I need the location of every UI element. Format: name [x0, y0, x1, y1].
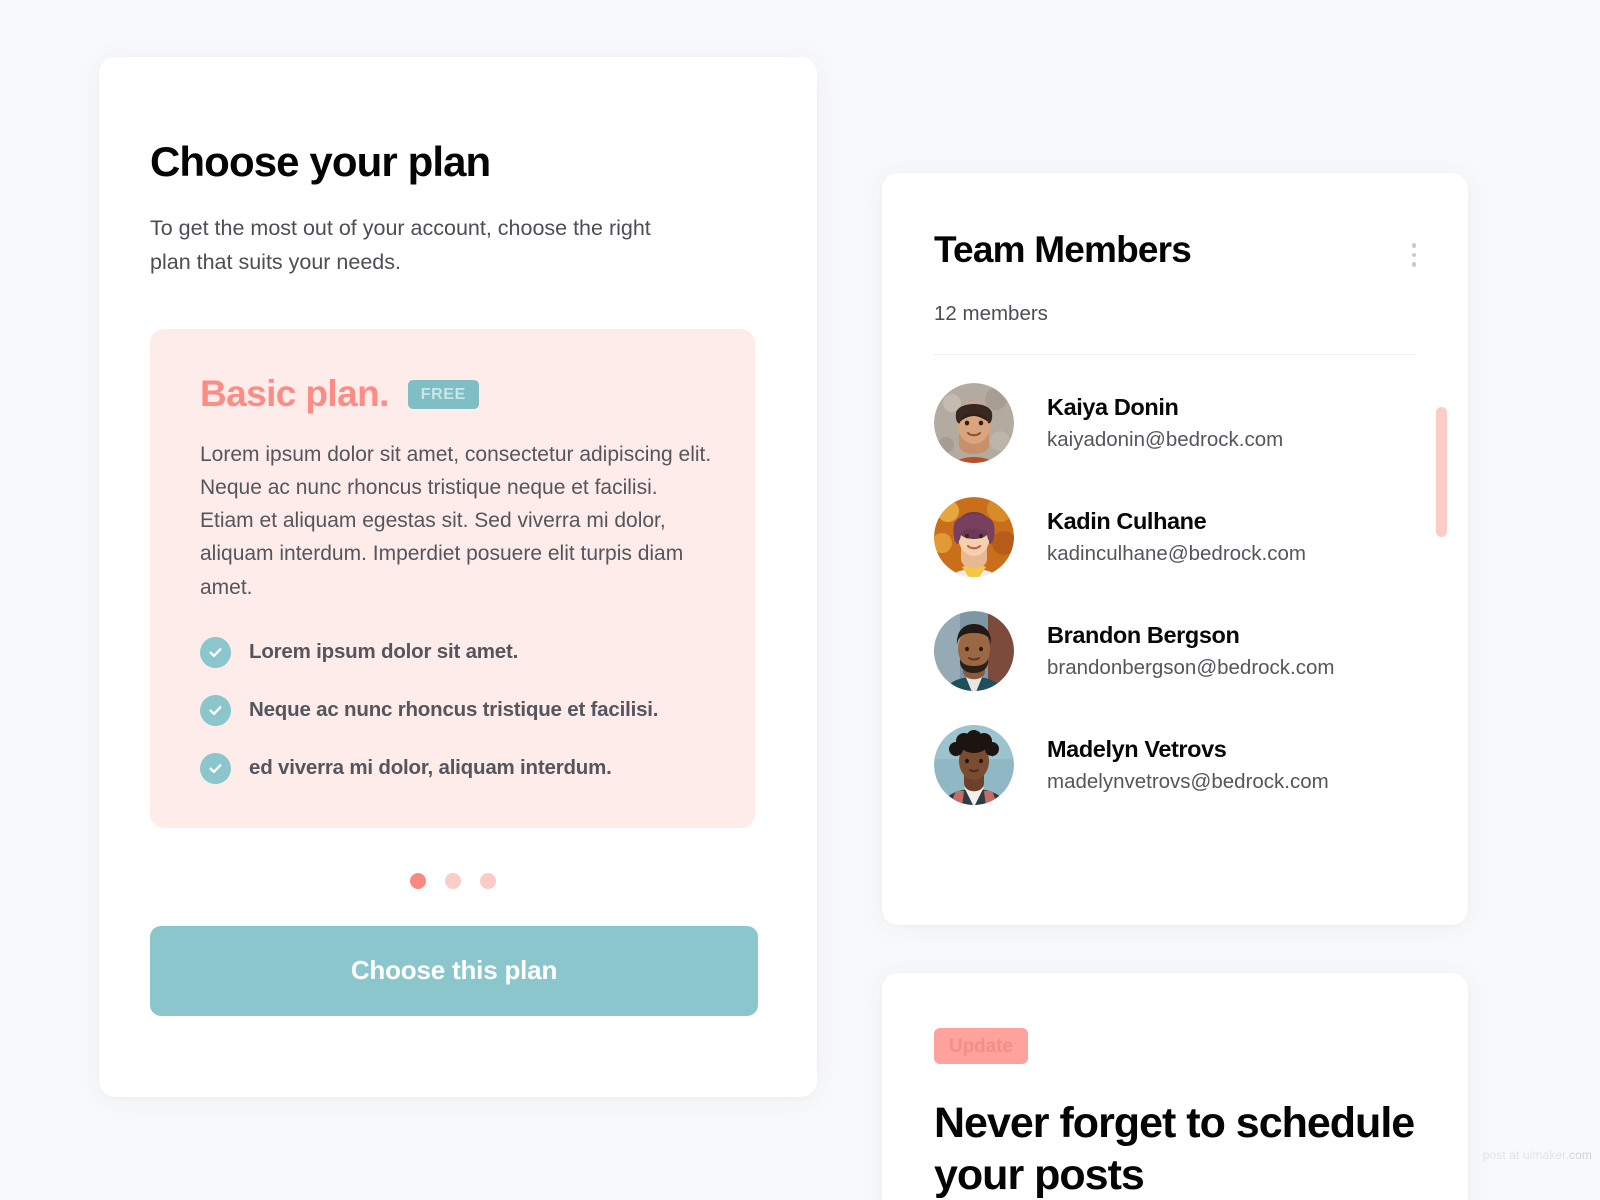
list-item[interactable]: Brandon Bergson brandonbergson@bedrock.c… — [934, 610, 1416, 691]
team-member-list: Kaiya Donin kaiyadonin@bedrock.com Kadin… — [882, 382, 1468, 805]
member-name: Madelyn Vetrovs — [1047, 735, 1227, 762]
basic-plan-panel: Basic plan. FREE Lorem ipsum dolor sit a… — [150, 328, 755, 828]
carousel-dot-1[interactable] — [409, 872, 426, 889]
carousel-dot-3[interactable] — [479, 872, 496, 889]
member-email: madelynvetrovs@bedrock.com — [1047, 769, 1329, 793]
page-title: Choose your plan — [150, 138, 491, 185]
avatar — [934, 496, 1014, 577]
carousel-pagination — [150, 872, 755, 889]
member-name: Brandon Bergson — [1047, 621, 1240, 648]
list-item: Lorem ipsum dolor sit amet. — [200, 636, 715, 668]
check-circle-icon — [200, 694, 231, 726]
check-circle-icon — [200, 636, 231, 668]
member-text: Brandon Bergson brandonbergson@bedrock.c… — [1047, 622, 1334, 680]
avatar — [934, 610, 1014, 691]
feature-label: Neque ac nunc rhoncus tristique et facil… — [249, 698, 659, 722]
watermark: post at uimaker.com — [1483, 1148, 1592, 1162]
team-members-title: Team Members — [934, 229, 1192, 270]
member-text: Madelyn Vetrovs madelynvetrovs@bedrock.c… — [1047, 736, 1329, 794]
vertical-dots-icon[interactable] — [1406, 235, 1423, 275]
member-name: Kaiya Donin — [1047, 393, 1179, 420]
update-card-title: Never forget to schedule your posts — [934, 1099, 1415, 1200]
member-text: Kaiya Donin kaiyadonin@bedrock.com — [1047, 394, 1283, 452]
list-item[interactable]: Kadin Culhane kadinculhane@bedrock.com — [934, 496, 1416, 577]
plan-description: Lorem ipsum dolor sit amet, consectetur … — [200, 442, 712, 599]
member-text: Kadin Culhane kadinculhane@bedrock.com — [1047, 508, 1306, 566]
status-badge: Update — [934, 1028, 1028, 1064]
member-list-scrollbar-thumb[interactable] — [1436, 407, 1447, 537]
member-email: kadinculhane@bedrock.com — [1047, 541, 1306, 565]
list-item[interactable]: Kaiya Donin kaiyadonin@bedrock.com — [934, 382, 1416, 463]
member-email: kaiyadonin@bedrock.com — [1047, 427, 1284, 451]
plan-feature-list: Lorem ipsum dolor sit amet. Neque ac nun… — [200, 636, 715, 784]
watermark-prefix: post at uimaker — [1482, 1148, 1566, 1162]
feature-label: ed viverra mi dolor, aliquam interdum. — [249, 756, 612, 780]
list-item: Neque ac nunc rhoncus tristique et facil… — [200, 694, 715, 726]
list-item[interactable]: Madelyn Vetrovs madelynvetrovs@bedrock.c… — [934, 724, 1416, 805]
team-card-header: Team Members — [882, 231, 1468, 275]
check-circle-icon — [200, 752, 231, 784]
plan-header: Basic plan. FREE — [200, 375, 715, 412]
feature-label: Lorem ipsum dolor sit amet. — [249, 640, 519, 664]
divider — [934, 353, 1416, 355]
plan-free-badge: FREE — [407, 379, 479, 409]
team-members-card: Team Members 12 members Kaiya Donin kaiy… — [882, 173, 1468, 925]
update-promo-card: Update Never forget to schedule your pos… — [882, 973, 1468, 1200]
page-subtitle: To get the most out of your account, cho… — [150, 216, 651, 274]
member-email: brandonbergson@bedrock.com — [1047, 655, 1335, 679]
member-name: Kadin Culhane — [1047, 507, 1207, 534]
avatar — [934, 382, 1014, 463]
watermark-suffix: .com — [1565, 1148, 1592, 1162]
list-item: ed viverra mi dolor, aliquam interdum. — [200, 752, 715, 784]
choose-plan-card: Choose your plan To get the most out of … — [99, 57, 817, 1097]
choose-this-plan-button[interactable]: Choose this plan — [150, 925, 758, 1016]
plan-name: Basic plan. — [200, 372, 389, 414]
team-member-count: 12 members — [934, 301, 1048, 325]
avatar — [934, 724, 1014, 805]
carousel-dot-2[interactable] — [444, 872, 461, 889]
plan-card-inner: Choose your plan To get the most out of … — [99, 57, 817, 1016]
